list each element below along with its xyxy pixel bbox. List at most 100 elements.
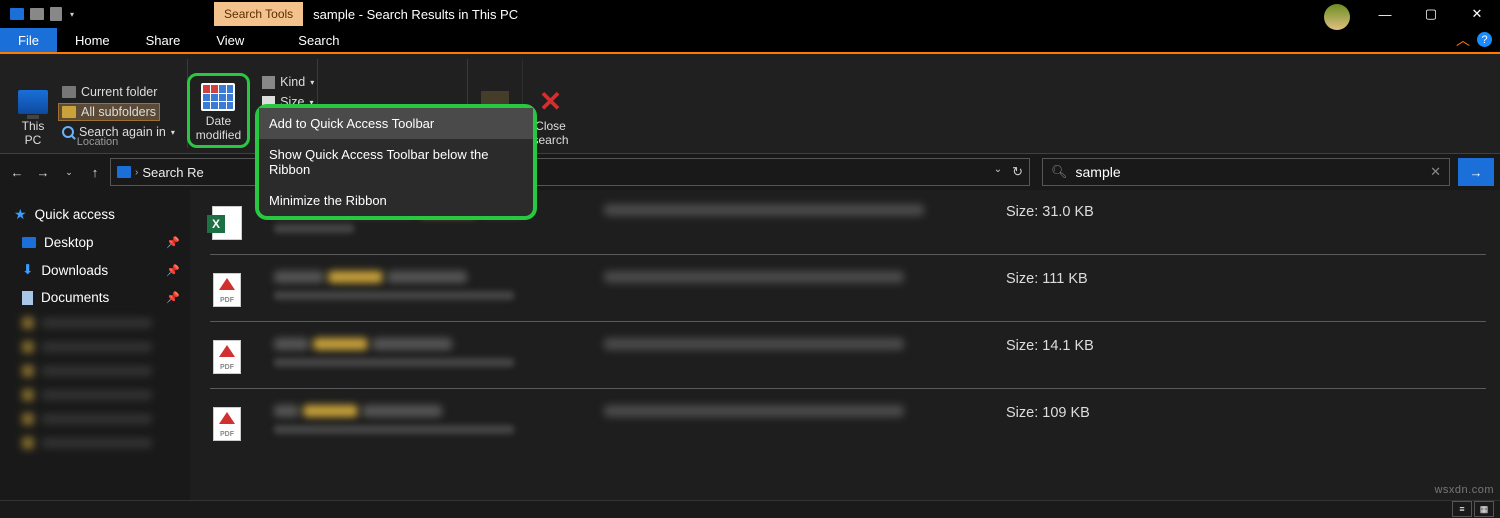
sidebar-item-quick-access[interactable]: ★ Quick access (0, 200, 190, 229)
all-subfolders-label: All subfolders (81, 105, 156, 119)
navigation-row: ← → ⌄ ↑ › Search Re ⌄ ↻ 🔍︎ ✕ → (0, 154, 1500, 190)
result-size: Size: 31.0 KB (1006, 204, 1486, 220)
menu-add-to-qat[interactable]: Add to Quick Access Toolbar (259, 108, 533, 139)
user-avatar-icon[interactable] (1324, 4, 1350, 30)
kind-icon (262, 76, 275, 89)
close-button[interactable]: ✕ (1454, 0, 1500, 28)
ribbon-group-location: This PC Current folder All subfolders Se… (8, 59, 188, 148)
result-size: Size: 14.1 KB (1006, 338, 1486, 354)
view-tab[interactable]: View (198, 28, 262, 52)
search-submit-button[interactable]: → (1458, 158, 1494, 186)
date-modified-label: Date modified (196, 115, 241, 143)
result-size: Size: 109 KB (1006, 405, 1486, 421)
pdf-file-icon: PDF (213, 340, 241, 374)
kind-button[interactable]: Kind ▾ (258, 73, 318, 91)
thumbnails-view-button[interactable]: ▦ (1474, 501, 1494, 517)
menu-minimize-ribbon[interactable]: Minimize the Ribbon (259, 185, 533, 216)
results-pane: Size: 31.0 KB PDF Size: 111 KB PDF Size:… (190, 190, 1500, 500)
menubar: File Home Share View Search (0, 28, 1500, 54)
main-area: ★ Quick access Desktop 📌 ⬇ Downloads 📌 D… (0, 190, 1500, 500)
file-tab[interactable]: File (0, 28, 57, 52)
star-icon: ★ (14, 206, 27, 223)
context-tab-search-tools[interactable]: Search Tools (214, 2, 303, 26)
qat-folder-icon[interactable] (30, 8, 44, 20)
result-row[interactable]: PDF Size: 111 KB (210, 263, 1486, 322)
close-search-button[interactable]: ✕ Close search (532, 83, 568, 148)
date-modified-button[interactable]: Date modified (196, 78, 241, 143)
pdf-file-icon: PDF (213, 407, 241, 441)
sidebar-item-blurred (0, 311, 190, 335)
kind-label: Kind (280, 75, 305, 89)
menu-add-to-qat-label: Add to Quick Access Toolbar (269, 116, 434, 131)
search-input[interactable] (1076, 164, 1423, 180)
pin-icon: 📌 (166, 236, 180, 249)
group-label-location: Location (8, 136, 187, 148)
pin-icon: 📌 (166, 264, 180, 277)
excel-file-icon (212, 206, 242, 240)
qat-file-icon[interactable] (50, 7, 62, 21)
search-tab[interactable]: Search (280, 28, 357, 52)
location-icon (117, 166, 131, 178)
chevron-down-icon: ▾ (310, 78, 314, 87)
window-title: sample - Search Results in This PC (313, 7, 518, 22)
address-bar[interactable]: › Search Re ⌄ ↻ (110, 158, 1030, 186)
date-modified-highlight: Date modified (187, 73, 250, 148)
home-tab[interactable]: Home (57, 28, 128, 52)
menu-show-qat-below-label: Show Quick Access Toolbar below the Ribb… (269, 147, 488, 177)
folder-icon (62, 106, 76, 118)
result-row[interactable]: PDF Size: 14.1 KB (210, 330, 1486, 389)
collapse-ribbon-icon[interactable]: ︿ (1456, 30, 1470, 50)
calendar-icon (201, 83, 235, 111)
result-size: Size: 111 KB (1006, 271, 1486, 287)
current-folder-button[interactable]: Current folder (58, 83, 161, 101)
sidebar-item-downloads[interactable]: ⬇ Downloads 📌 (0, 256, 190, 284)
desktop-icon (22, 237, 36, 248)
sidebar-item-blurred (0, 335, 190, 359)
details-view-button[interactable]: ≡ (1452, 501, 1472, 517)
download-icon: ⬇ (22, 262, 33, 278)
all-subfolders-button[interactable]: All subfolders (58, 103, 160, 121)
menu-show-qat-below[interactable]: Show Quick Access Toolbar below the Ribb… (259, 139, 533, 185)
clear-search-icon[interactable]: ✕ (1430, 164, 1441, 180)
sidebar-item-desktop[interactable]: Desktop 📌 (0, 229, 190, 256)
close-x-icon: ✕ (539, 86, 562, 118)
minimize-button[interactable]: ― (1362, 0, 1408, 28)
help-icon[interactable]: ? (1477, 32, 1492, 47)
search-box[interactable]: 🔍︎ ✕ (1042, 158, 1450, 186)
sidebar-quick-access-label: Quick access (35, 207, 115, 222)
pc-icon (18, 90, 48, 114)
result-row[interactable]: PDF Size: 109 KB (210, 397, 1486, 455)
forward-button[interactable]: → (32, 161, 54, 183)
sidebar-item-blurred (0, 359, 190, 383)
sidebar-item-blurred (0, 407, 190, 431)
titlebar: ▾ Search Tools sample - Search Results i… (0, 0, 1500, 28)
maximize-button[interactable]: ▢ (1408, 0, 1454, 28)
up-button[interactable]: ↑ (84, 161, 106, 183)
navigation-pane: ★ Quick access Desktop 📌 ⬇ Downloads 📌 D… (0, 190, 190, 500)
document-icon (22, 291, 33, 305)
folder-icon (62, 86, 76, 98)
status-bar: ≡ ▦ (0, 500, 1500, 518)
back-button[interactable]: ← (6, 161, 28, 183)
close-search-label: Close search (532, 120, 568, 148)
qat-dropdown-icon[interactable]: ▾ (70, 10, 74, 19)
chevron-right-icon: › (135, 167, 138, 178)
sidebar-item-documents[interactable]: Documents 📌 (0, 284, 190, 311)
share-tab[interactable]: Share (128, 28, 199, 52)
recent-locations-button[interactable]: ⌄ (58, 161, 80, 183)
sidebar-item-blurred (0, 431, 190, 455)
watermark: wsxdn.com (1434, 484, 1494, 496)
pin-icon: 📌 (166, 291, 180, 304)
sidebar-downloads-label: Downloads (41, 263, 108, 278)
window-controls: ― ▢ ✕ (1362, 0, 1500, 28)
sidebar-documents-label: Documents (41, 290, 109, 305)
ribbon-context-menu: Add to Quick Access Toolbar Show Quick A… (255, 104, 537, 220)
refresh-button[interactable]: ↻ (1012, 164, 1023, 180)
pdf-file-icon: PDF (213, 273, 241, 307)
address-dropdown-icon[interactable]: ⌄ (994, 164, 1002, 180)
qat-explorer-icon[interactable] (10, 8, 24, 20)
breadcrumb-item[interactable]: Search Re (142, 165, 203, 180)
quick-access-toolbar: ▾ (0, 7, 74, 21)
current-folder-label: Current folder (81, 85, 157, 99)
menu-minimize-ribbon-label: Minimize the Ribbon (269, 193, 387, 208)
